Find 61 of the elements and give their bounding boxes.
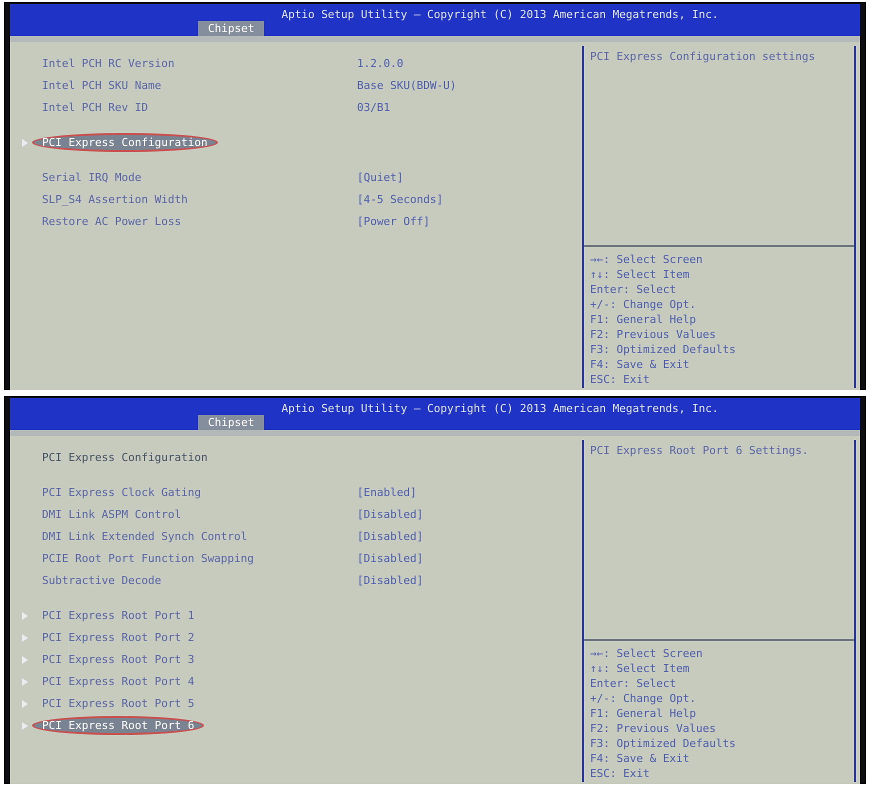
setting-label[interactable]: DMI Link ASPM Control xyxy=(32,505,352,524)
section-heading: PCI Express Configuration xyxy=(41,450,209,466)
triangle-icon xyxy=(22,700,28,708)
setting-value[interactable]: [Enabled] xyxy=(357,486,417,499)
setting-value[interactable]: [Disabled] xyxy=(357,508,424,521)
key-hint: ↑↓: Select Item xyxy=(590,662,690,675)
key-hint: F2: Previous Values xyxy=(590,328,717,341)
info-value: 03/B1 xyxy=(357,101,390,114)
triangle-icon xyxy=(22,678,28,686)
info-value: 1.2.0.0 xyxy=(357,57,404,70)
key-hint: ESC: Exit xyxy=(590,373,651,386)
submenu-item[interactable]: PCI Express Root Port 3 xyxy=(32,650,352,669)
submenu-item[interactable]: PCI Express Root Port 4 xyxy=(32,672,352,691)
key-hint: ESC: Exit xyxy=(590,767,651,780)
menu-tab[interactable]: Chipset xyxy=(198,21,264,36)
triangle-icon xyxy=(22,722,28,730)
submenu-item[interactable]: PCI Express Root Port 2 xyxy=(32,628,352,647)
screen-title: Aptio Setup Utility – Copyright (C) 2013 American Megatrends, Inc. xyxy=(281,402,719,415)
key-hint: F3: Optimized Defaults xyxy=(590,737,737,750)
setting-label[interactable]: Subtractive Decode xyxy=(32,571,352,590)
info-value: Base SKU(BDW-U) xyxy=(357,79,456,92)
screen-title: Aptio Setup Utility – Copyright (C) 2013 American Megatrends, Inc. xyxy=(281,8,719,21)
setting-label[interactable]: Serial IRQ Mode xyxy=(32,168,352,187)
submenu-item[interactable]: PCI Express Root Port 1 xyxy=(32,606,352,625)
setting-value[interactable]: [Disabled] xyxy=(357,574,424,587)
setting-label[interactable]: PCI Express Clock Gating xyxy=(32,483,352,502)
setting-value[interactable]: [4-5 Seconds] xyxy=(357,193,444,206)
key-hint: →←: Select Screen xyxy=(590,647,704,660)
setting-label[interactable]: DMI Link Extended Synch Control xyxy=(32,527,352,546)
key-hint: F3: Optimized Defaults xyxy=(590,343,737,356)
triangle-icon xyxy=(22,138,28,146)
setting-value[interactable]: [Quiet] xyxy=(357,171,404,184)
info-label: Intel PCH RC Version xyxy=(41,56,176,72)
help-text: PCI Express Root Port 6 Settings. xyxy=(584,440,854,641)
key-hint: →←: Select Screen xyxy=(590,253,704,266)
submenu-item[interactable]: PCI Express Configuration xyxy=(32,133,218,152)
info-label: Intel PCH Rev ID xyxy=(41,100,149,116)
setting-value[interactable]: [Disabled] xyxy=(357,530,424,543)
key-hint: +/-: Change Opt. xyxy=(590,692,697,705)
key-hint: ↑↓: Select Item xyxy=(590,268,690,281)
key-hint: F4: Save & Exit xyxy=(590,358,690,371)
triangle-icon xyxy=(22,612,28,620)
setting-label[interactable]: SLP_S4 Assertion Width xyxy=(32,190,352,209)
key-hint: F4: Save & Exit xyxy=(590,752,690,765)
setting-label[interactable]: Restore AC Power Loss xyxy=(32,212,352,231)
setting-label[interactable]: PCIE Root Port Function Swapping xyxy=(32,549,352,568)
key-hint: F2: Previous Values xyxy=(590,722,717,735)
info-label: Intel PCH SKU Name xyxy=(41,78,162,94)
key-hint: F1: General Help xyxy=(590,313,697,326)
submenu-item[interactable]: PCI Express Root Port 5 xyxy=(32,694,352,713)
key-hint: F1: General Help xyxy=(590,707,697,720)
menu-tab[interactable]: Chipset xyxy=(198,415,264,430)
triangle-icon xyxy=(22,634,28,642)
submenu-item[interactable]: PCI Express Root Port 6 xyxy=(32,716,204,735)
key-hint: +/-: Change Opt. xyxy=(590,298,697,311)
triangle-icon xyxy=(22,656,28,664)
key-hint: Enter: Select xyxy=(590,283,678,296)
key-hint: Enter: Select xyxy=(590,677,678,690)
setting-value[interactable]: [Disabled] xyxy=(357,552,424,565)
help-text: PCI Express Configuration settings xyxy=(584,46,854,247)
setting-value[interactable]: [Power Off] xyxy=(357,215,430,228)
